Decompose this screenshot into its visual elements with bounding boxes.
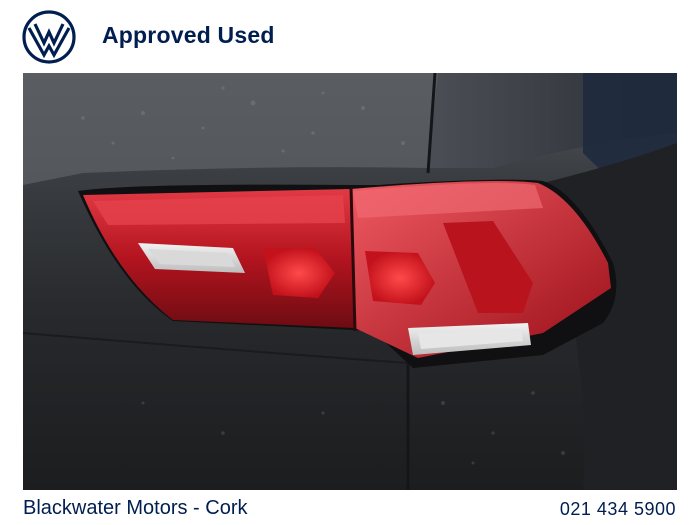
vw-logo-icon[interactable] [22, 10, 76, 64]
dealer-name: Blackwater Motors - Cork [23, 497, 248, 519]
page-title: Approved Used [102, 22, 275, 48]
header: Approved Used [0, 0, 700, 72]
phone-number[interactable]: 021 434 5900 [560, 499, 676, 520]
tail-light-photo [23, 73, 677, 490]
